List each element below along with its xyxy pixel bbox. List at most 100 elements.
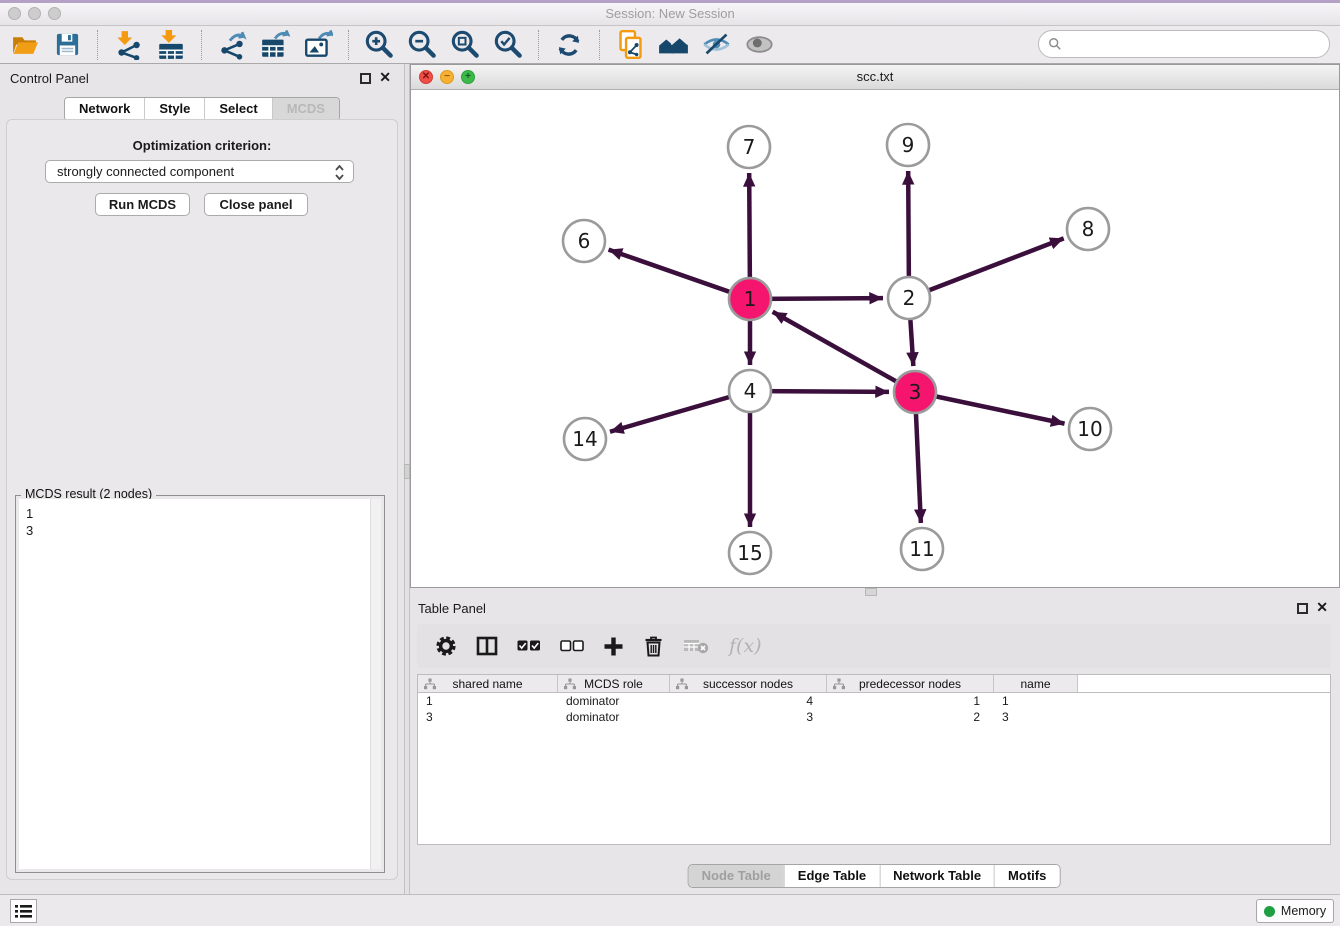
column-header-mcds-role[interactable]: MCDS role [558, 675, 670, 692]
table-cell-successor-nodes[interactable]: 4 [670, 694, 827, 708]
mcds-result-scrollbar[interactable] [370, 499, 381, 869]
clone-network-button[interactable] [614, 29, 646, 61]
list-icon [14, 903, 33, 920]
column-header-predecessor-nodes[interactable]: predecessor nodes [827, 675, 994, 692]
mcds-panel-body: Optimization criterion: strongly connect… [6, 119, 398, 880]
column-header-successor-nodes[interactable]: successor nodes [670, 675, 827, 692]
export-image-button[interactable] [302, 29, 334, 61]
zoom-fit-icon [450, 29, 481, 60]
network-canvas[interactable]: 1 2 3 4 6 7 8 9 10 11 14 15 [411, 90, 1339, 587]
run-mcds-button[interactable]: Run MCDS [95, 193, 190, 216]
select-all-button[interactable] [517, 640, 541, 652]
graph-node-1[interactable]: 1 [729, 278, 771, 320]
splitter-grip-icon[interactable] [865, 588, 877, 596]
table-cell-name[interactable]: 1 [994, 694, 1078, 708]
tab-style[interactable]: Style [144, 98, 204, 120]
table-cell-predecessor-nodes[interactable]: 2 [827, 710, 994, 724]
export-network-button[interactable] [216, 29, 248, 61]
graph-node-4[interactable]: 4 [729, 370, 771, 412]
save-session-button[interactable] [51, 29, 83, 61]
control-panel-float-icon[interactable] [360, 73, 371, 84]
zoom-in-icon [364, 29, 395, 60]
add-row-button[interactable] [603, 636, 624, 657]
node-table-body: 1dominator4113dominator323 [418, 693, 1330, 725]
zoom-out-button[interactable] [406, 29, 438, 61]
open-file-button[interactable] [8, 29, 40, 61]
delete-row-button[interactable] [643, 635, 664, 657]
tab-mcds[interactable]: MCDS [272, 98, 339, 120]
show-graphics-details-button[interactable] [743, 29, 775, 61]
table-cell-shared-name[interactable]: 1 [418, 694, 558, 708]
control-panel-close-icon[interactable]: ✕ [379, 70, 391, 84]
column-header-name[interactable]: name [994, 675, 1078, 692]
graph-node-11[interactable]: 11 [901, 528, 943, 570]
node-label: 2 [903, 286, 916, 310]
zoom-selected-icon [493, 29, 524, 60]
tab-edge-table[interactable]: Edge Table [784, 865, 879, 887]
function-builder-button[interactable]: f(x) [729, 635, 762, 657]
reset-home-view-button[interactable] [657, 29, 689, 61]
export-table-button[interactable] [259, 29, 291, 61]
tab-select[interactable]: Select [204, 98, 271, 120]
column-settings-button[interactable] [435, 635, 457, 657]
network-window-titlebar[interactable]: ✕ − + scc.txt [411, 65, 1339, 90]
column-header-label: MCDS role [584, 677, 643, 691]
table-panel-float-icon[interactable] [1297, 603, 1308, 614]
optimization-criterion-select[interactable]: strongly connected component [45, 160, 354, 183]
graph-edge-1-6[interactable] [609, 250, 750, 299]
gear-icon [435, 635, 457, 657]
optimization-criterion-value: strongly connected component [57, 164, 234, 179]
graph-node-15[interactable]: 15 [729, 532, 771, 574]
table-cell-predecessor-nodes[interactable]: 1 [827, 694, 994, 708]
panel-splitter-horizontal[interactable] [410, 588, 1340, 596]
table-cell-mcds-role[interactable]: dominator [558, 710, 670, 724]
graph-node-3[interactable]: 3 [894, 371, 936, 413]
zoom-in-button[interactable] [363, 29, 395, 61]
graph-node-7[interactable]: 7 [728, 126, 770, 168]
tab-motifs[interactable]: Motifs [994, 865, 1059, 887]
graph-node-9[interactable]: 9 [887, 124, 929, 166]
graph-node-10[interactable]: 10 [1069, 408, 1111, 450]
table-row[interactable]: 1dominator411 [418, 693, 1330, 709]
tab-node-table[interactable]: Node Table [689, 865, 784, 887]
table-row[interactable]: 3dominator323 [418, 709, 1330, 725]
export-image-icon [303, 30, 333, 60]
mcds-result-textarea[interactable]: 13 [19, 499, 381, 869]
graph-node-2[interactable]: 2 [888, 277, 930, 319]
graph-edge-3-10[interactable] [915, 392, 1065, 424]
import-table-button[interactable] [155, 29, 187, 61]
search-input[interactable] [1067, 37, 1329, 52]
import-network-icon [113, 30, 143, 60]
table-panel-close-icon[interactable]: ✕ [1316, 600, 1328, 614]
search-field[interactable] [1038, 30, 1330, 58]
delete-table-button[interactable] [683, 637, 710, 655]
optimization-criterion-label: Optimization criterion: [7, 138, 397, 153]
hide-graphics-details-button[interactable] [700, 29, 732, 61]
close-panel-button[interactable]: Close panel [204, 193, 308, 216]
mcds-result-line: 3 [26, 522, 361, 539]
table-cell-successor-nodes[interactable]: 3 [670, 710, 827, 724]
graph-edge-2-8[interactable] [909, 238, 1064, 298]
task-history-button[interactable] [10, 899, 37, 923]
status-bar: Memory [0, 894, 1340, 926]
zoom-fit-button[interactable] [449, 29, 481, 61]
tab-network-table[interactable]: Network Table [879, 865, 994, 887]
column-header-shared-name[interactable]: shared name [418, 675, 558, 692]
tab-network[interactable]: Network [65, 98, 144, 120]
refresh-view-button[interactable] [553, 29, 585, 61]
graph-edge-3-1[interactable] [773, 312, 915, 392]
graph-node-14[interactable]: 14 [564, 418, 606, 460]
node-table: shared name MCDS role successor nodesprede… [417, 674, 1331, 845]
table-cell-mcds-role[interactable]: dominator [558, 694, 670, 708]
table-cell-shared-name[interactable]: 3 [418, 710, 558, 724]
toolbar-separator [348, 30, 349, 60]
zoom-selected-button[interactable] [492, 29, 524, 61]
graph-node-8[interactable]: 8 [1067, 208, 1109, 250]
table-cell-name[interactable]: 3 [994, 710, 1078, 724]
show-columns-button[interactable] [476, 635, 498, 657]
import-network-button[interactable] [112, 29, 144, 61]
graph-node-6[interactable]: 6 [563, 220, 605, 262]
tree-column-icon [564, 678, 576, 690]
unselect-all-button[interactable] [560, 640, 584, 652]
memory-button[interactable]: Memory [1256, 899, 1334, 923]
